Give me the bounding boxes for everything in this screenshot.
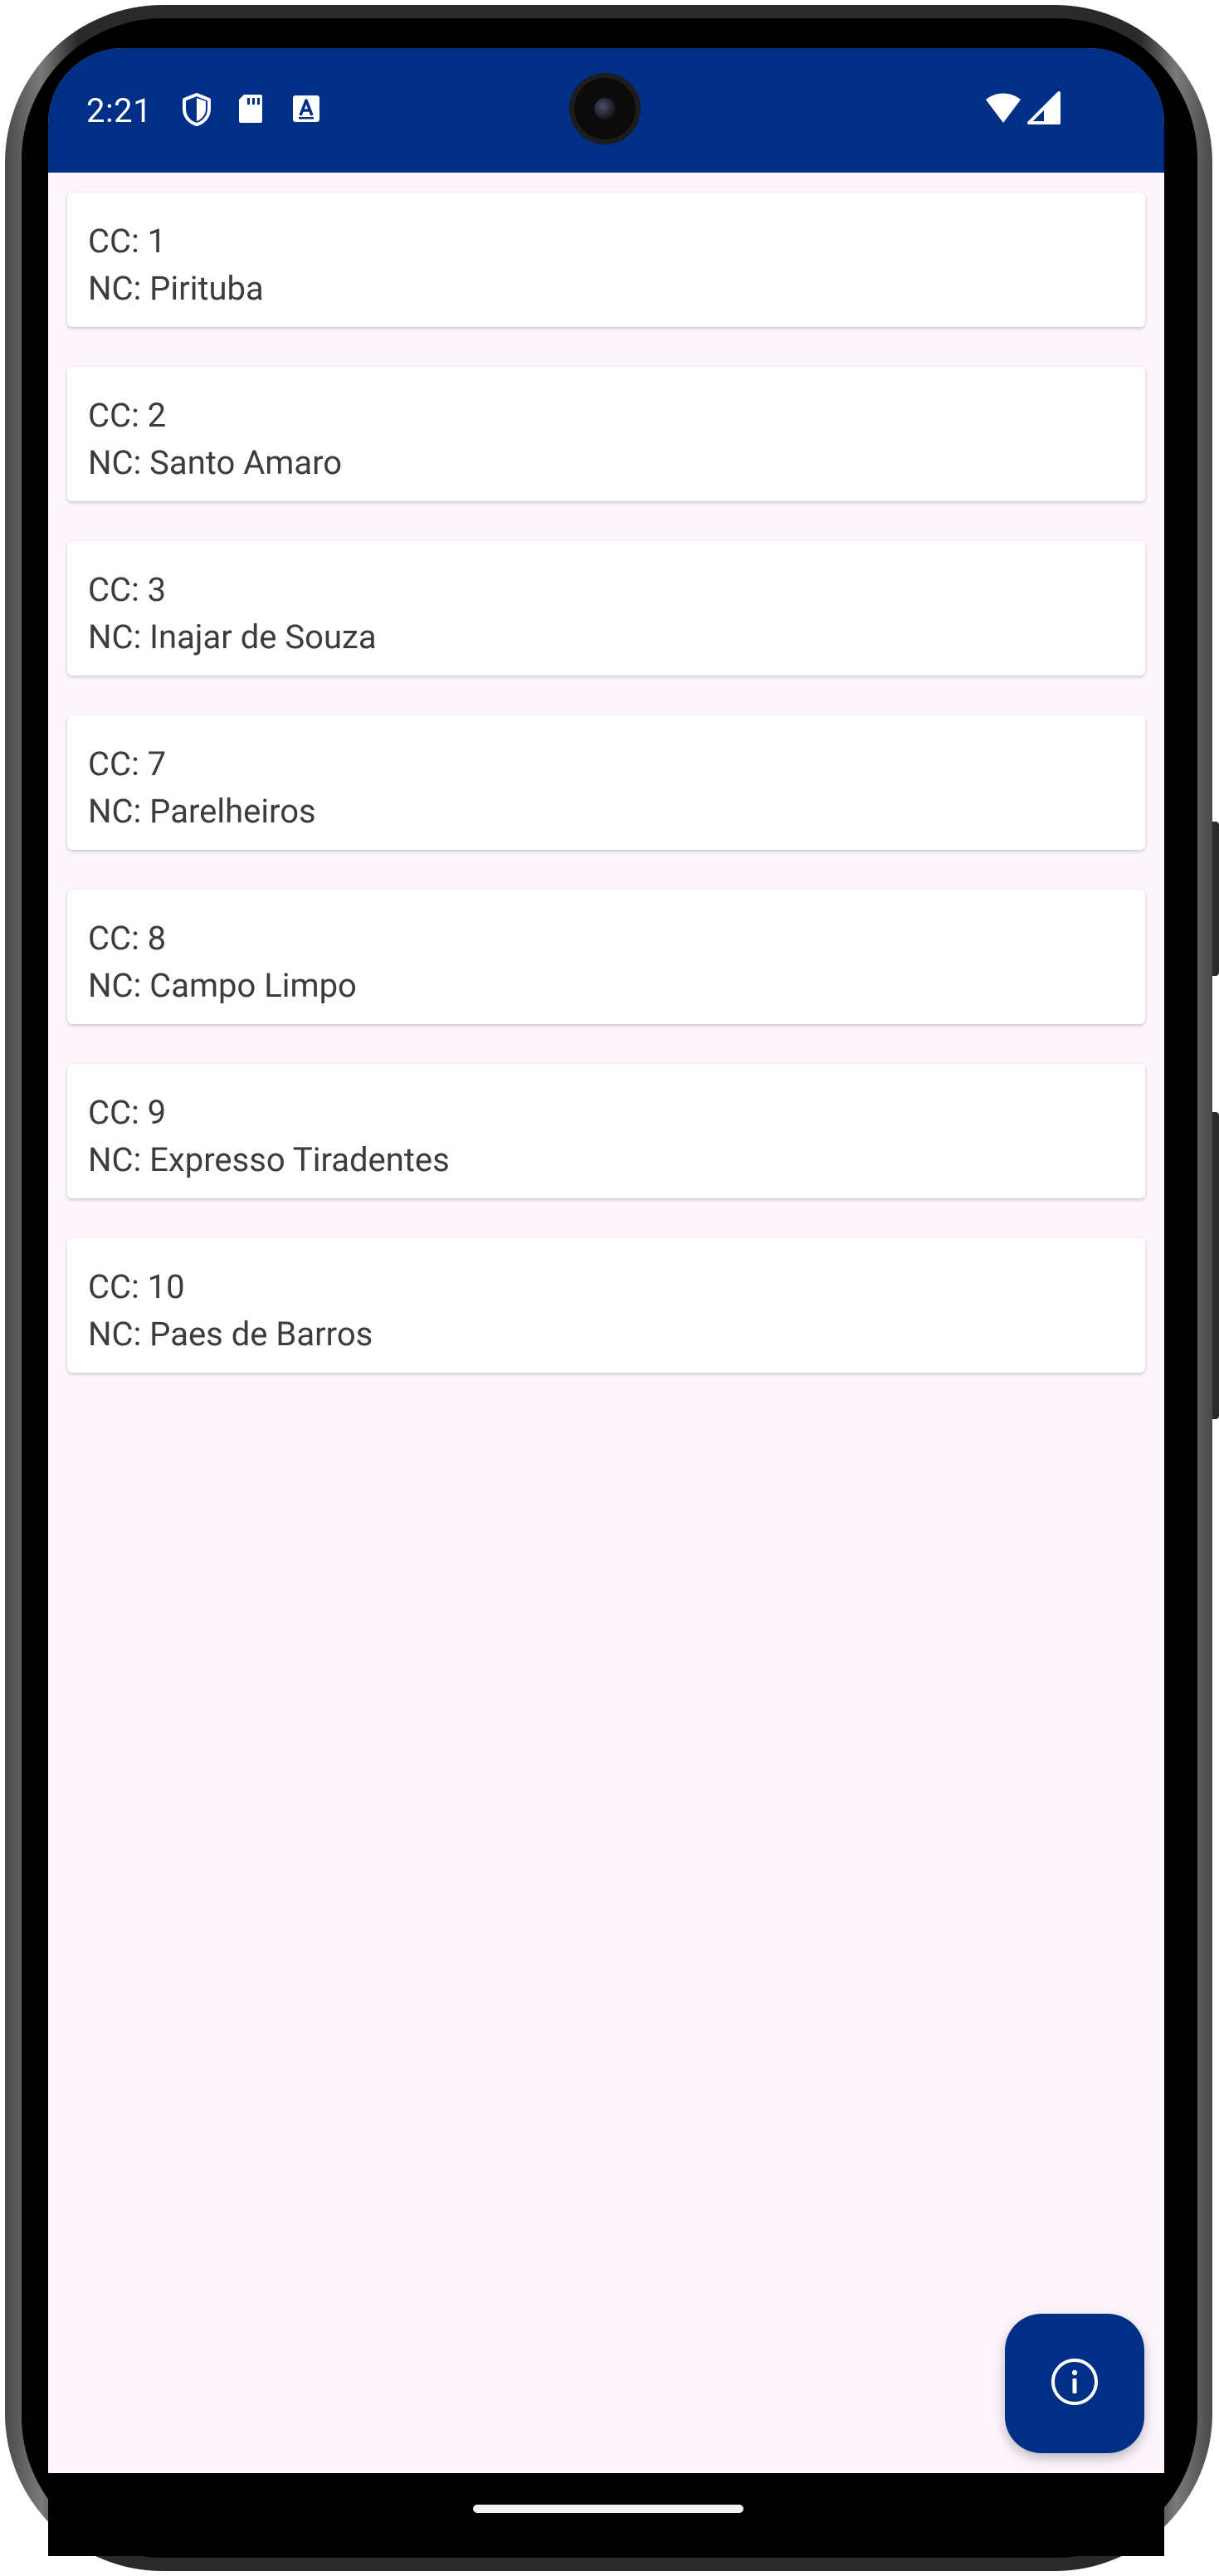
sd-card-icon: [237, 93, 264, 128]
info-icon: [1050, 2357, 1100, 2410]
info-fab-button[interactable]: [1005, 2314, 1144, 2453]
list-item[interactable]: CC: 10 NC: Paes de Barros: [67, 1238, 1145, 1373]
item-cc: CC: 9: [88, 1093, 167, 1132]
item-cc: CC: 1: [88, 222, 167, 261]
list-item[interactable]: CC: 8 NC: Campo Limpo: [67, 890, 1145, 1024]
list-item[interactable]: CC: 9 NC: Expresso Tiradentes: [67, 1064, 1145, 1198]
item-cc: CC: 3: [88, 570, 167, 609]
list-item[interactable]: CC: 3 NC: Inajar de Souza: [67, 541, 1145, 676]
list-item[interactable]: CC: 2 NC: Santo Amaro: [67, 367, 1145, 501]
item-cc: CC: 2: [88, 396, 167, 435]
list-item[interactable]: CC: 1 NC: Pirituba: [67, 193, 1145, 327]
status-time: 2:21: [86, 91, 153, 130]
volume-button: [1212, 822, 1219, 976]
item-cc: CC: 7: [88, 744, 167, 783]
wifi-icon: [984, 91, 1022, 128]
text-a-icon: [292, 95, 320, 126]
screen: 2:21 CC: 1 NC: Pirituba CC: 2 NC: Santo …: [48, 48, 1164, 2473]
item-nc: NC: Parelheiros: [88, 792, 316, 831]
home-indicator[interactable]: [473, 2505, 744, 2513]
list-item[interactable]: CC: 7 NC: Parelheiros: [67, 715, 1145, 850]
item-list: CC: 1 NC: Pirituba CC: 2 NC: Santo Amaro…: [67, 193, 1145, 1412]
item-nc: NC: Paes de Barros: [88, 1315, 373, 1354]
item-nc: NC: Pirituba: [88, 269, 264, 308]
item-cc: CC: 8: [88, 919, 167, 958]
shield-icon: [181, 93, 212, 129]
item-cc: CC: 10: [88, 1267, 185, 1306]
front-camera: [569, 73, 641, 144]
signal-icon: [1027, 91, 1061, 128]
item-nc: NC: Expresso Tiradentes: [88, 1140, 450, 1179]
item-nc: NC: Campo Limpo: [88, 966, 357, 1005]
phone-frame: 2:21 CC: 1 NC: Pirituba CC: 2 NC: Santo …: [0, 0, 1219, 2576]
power-button: [1212, 1112, 1219, 1419]
navigation-bar: [48, 2473, 1164, 2556]
item-nc: NC: Inajar de Souza: [88, 617, 377, 656]
status-bar: 2:21: [48, 48, 1164, 173]
item-nc: NC: Santo Amaro: [88, 443, 343, 482]
